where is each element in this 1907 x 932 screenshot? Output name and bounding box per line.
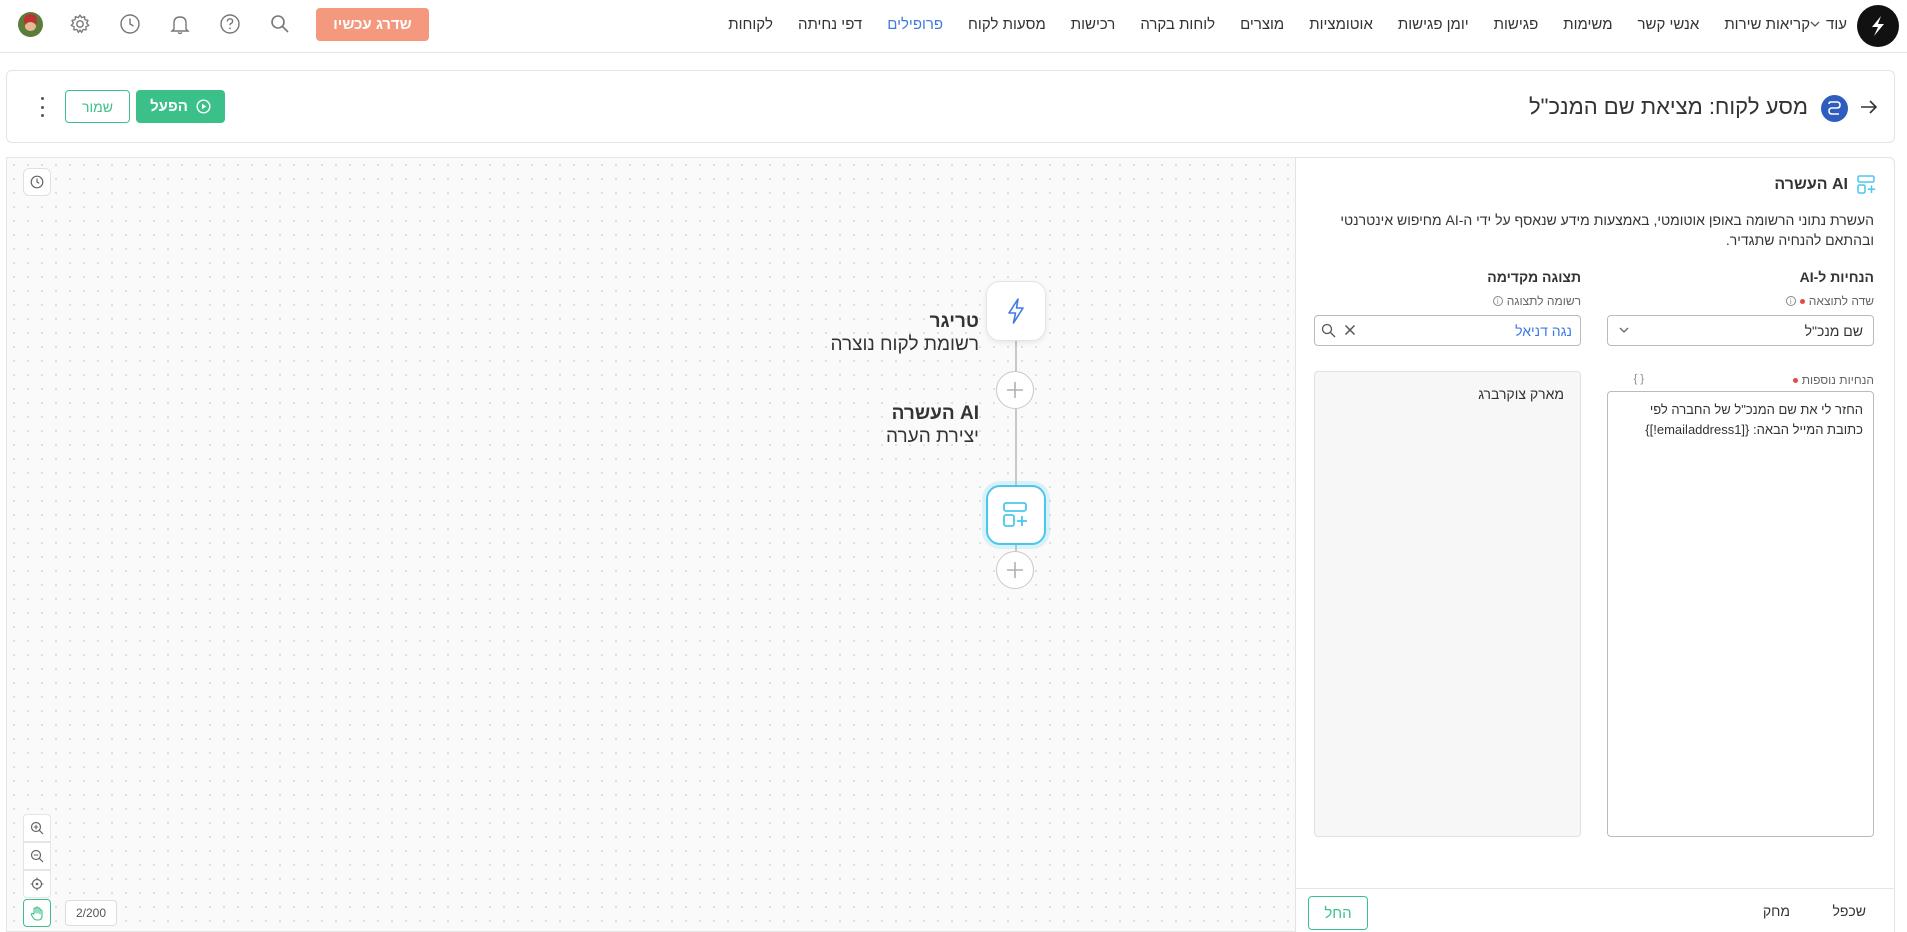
- gear-icon[interactable]: [68, 12, 92, 36]
- duplicate-button[interactable]: שכפל: [1832, 903, 1866, 919]
- nav-item-customers[interactable]: לקוחות: [728, 16, 773, 33]
- avatar[interactable]: [18, 12, 43, 37]
- activate-label: הפעל: [150, 98, 188, 115]
- instructions-heading: הנחיות ל-AI: [1799, 269, 1874, 285]
- page-title: מסע לקוח: מציאת שם המנכ"ל: [1529, 94, 1808, 119]
- nav-item-customer-journeys[interactable]: מסעות לקוח: [968, 16, 1046, 33]
- hand-pan-icon[interactable]: [23, 899, 51, 927]
- trigger-node-subtitle: רשומת לקוח נוצרה: [830, 334, 979, 355]
- insert-variable-icon[interactable]: { }: [1634, 373, 1644, 385]
- nav-item-service-calls[interactable]: קריאות שירות: [1724, 16, 1810, 33]
- panel-description: העשרת נתוני הרשומה באופן אוטומטי, באמצעו…: [1340, 212, 1874, 248]
- history-clock-icon[interactable]: [23, 168, 51, 196]
- nav-item-meeting-calendar[interactable]: יומן פגישות: [1398, 16, 1469, 33]
- extra-instructions-text: החזר לי את שם המנכ"ל של החברה לפי כתובת …: [1645, 402, 1863, 437]
- result-field-label: שדה לתוצאה i: [1785, 294, 1874, 308]
- nav-item-products[interactable]: מוצרים: [1240, 16, 1284, 33]
- panel-title: AI העשרה: [1774, 176, 1848, 193]
- zoom-in-icon[interactable]: [23, 814, 51, 842]
- add-step-button[interactable]: [996, 551, 1034, 589]
- search-icon[interactable]: [268, 12, 292, 36]
- ai-node-title: AI העשרה: [891, 403, 979, 424]
- ai-enrich-icon: [1857, 175, 1876, 194]
- preview-result-text: מארק צוקרברג: [1478, 386, 1564, 402]
- activate-button[interactable]: הפעל: [136, 90, 225, 123]
- clock-icon[interactable]: [118, 12, 142, 36]
- delete-button[interactable]: מחק: [1763, 903, 1790, 919]
- journey-icon: [1821, 95, 1848, 122]
- preview-record-label: רשומה לתצוגה i: [1492, 294, 1581, 308]
- apply-button[interactable]: החל: [1308, 896, 1368, 930]
- extra-instructions-textarea[interactable]: החזר לי את שם המנכ"ל של החברה לפי כתובת …: [1607, 391, 1874, 837]
- required-dot: [1799, 298, 1805, 304]
- step-counter: 2/200: [65, 900, 117, 926]
- preview-record-label-text: רשומה לתצוגה: [1506, 294, 1581, 308]
- panel-footer: שכפל מחק החל: [1296, 888, 1894, 932]
- lightning-icon: [1008, 298, 1024, 324]
- ai-enrich-icon: [1003, 502, 1027, 527]
- result-field-select[interactable]: שם מנכ"ל: [1607, 315, 1874, 346]
- nav-item-landing-pages[interactable]: דפי נחיתה: [798, 16, 862, 33]
- nav-links: לקוחות דפי נחיתה פרופילים מסעות לקוח רכי…: [703, 0, 1847, 48]
- extra-instructions-label-text: הנחיות נוספות: [1801, 373, 1874, 387]
- nav-item-meetings[interactable]: פגישות: [1494, 16, 1539, 33]
- info-icon[interactable]: i: [1492, 296, 1503, 306]
- required-dot: [1792, 377, 1798, 383]
- nav-item-automations[interactable]: אוטומציות: [1309, 16, 1373, 33]
- clear-icon[interactable]: [1343, 323, 1357, 337]
- step-settings-panel: AI העשרה העשרת נתוני הרשומה באופן אוטומט…: [1295, 157, 1895, 932]
- nav-more-menu[interactable]: עוד: [1810, 16, 1847, 33]
- nav-item-contacts[interactable]: אנשי קשר: [1638, 16, 1700, 33]
- plus-icon: [1007, 562, 1023, 578]
- trigger-node[interactable]: [986, 281, 1046, 341]
- nav-item-purchases[interactable]: רכישות: [1071, 16, 1116, 33]
- ai-enrichment-node[interactable]: [986, 485, 1046, 545]
- plus-icon: [1007, 382, 1023, 398]
- top-navigation: לקוחות דפי נחיתה פרופילים מסעות לקוח רכי…: [0, 0, 1907, 53]
- nav-item-profiles[interactable]: פרופילים: [887, 16, 943, 33]
- flow-canvas[interactable]: טריגר רשומת לקוח נוצרה AI העשרה יצירת הע…: [6, 157, 1295, 932]
- preview-record-value: נגה דניאל: [1515, 322, 1572, 339]
- chevron-down-icon: [1810, 21, 1820, 27]
- save-button[interactable]: שמור: [65, 90, 130, 123]
- preview-result-box: מארק צוקרברג: [1314, 371, 1581, 837]
- play-icon: [196, 99, 211, 114]
- info-icon[interactable]: i: [1785, 296, 1796, 306]
- ai-node-subtitle: יצירת הערה: [886, 426, 979, 447]
- app-logo[interactable]: [1857, 5, 1899, 47]
- bell-icon[interactable]: [168, 12, 192, 36]
- chevron-down-icon: [1619, 327, 1629, 333]
- nav-item-tasks[interactable]: משימות: [1563, 16, 1612, 33]
- journey-header: מסע לקוח: מציאת שם המנכ"ל הפעל שמור: [6, 70, 1895, 143]
- preview-heading: תצוגה מקדימה: [1487, 269, 1581, 285]
- nav-item-dashboards[interactable]: לוחות בקרה: [1140, 16, 1215, 33]
- more-options-icon[interactable]: [37, 96, 47, 118]
- result-field-value: שם מנכ"ל: [1804, 322, 1863, 339]
- add-step-button[interactable]: [996, 371, 1034, 409]
- flow-connector: [1015, 341, 1017, 371]
- help-icon[interactable]: [218, 12, 242, 36]
- result-field-label-text: שדה לתוצאה: [1808, 294, 1874, 308]
- upgrade-now-button[interactable]: שדרג עכשיו: [316, 8, 429, 41]
- flow-connector: [1015, 409, 1017, 485]
- extra-instructions-label: הנחיות נוספות: [1792, 373, 1874, 387]
- nav-more-label: עוד: [1826, 15, 1847, 33]
- search-icon[interactable]: [1321, 323, 1336, 338]
- back-arrow-icon[interactable]: [1860, 97, 1878, 120]
- fit-view-icon[interactable]: [23, 870, 51, 898]
- trigger-node-title: טריגר: [929, 311, 979, 332]
- zoom-out-icon[interactable]: [23, 842, 51, 870]
- preview-record-search[interactable]: נגה דניאל: [1314, 315, 1581, 346]
